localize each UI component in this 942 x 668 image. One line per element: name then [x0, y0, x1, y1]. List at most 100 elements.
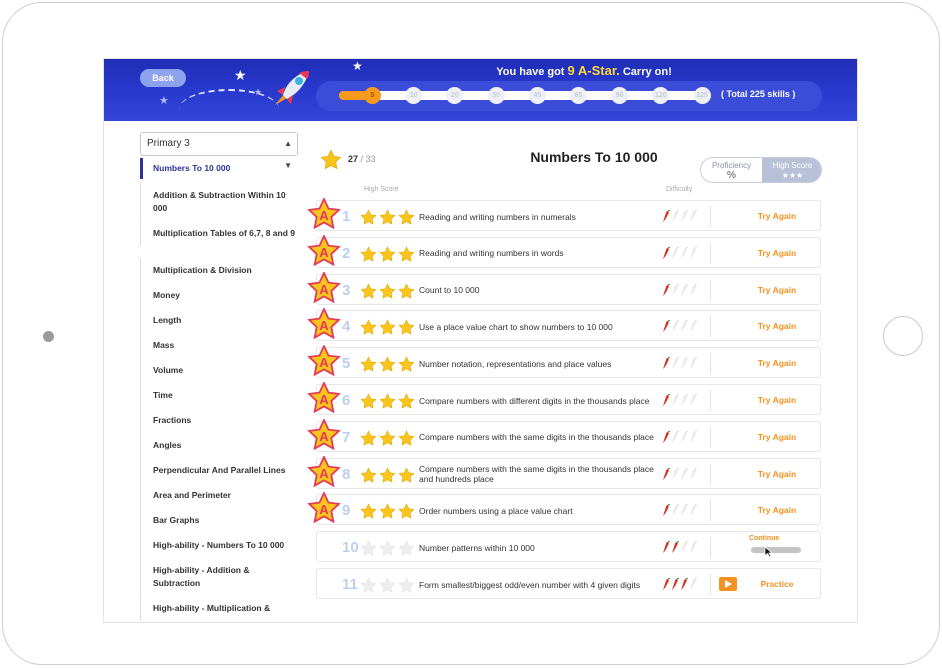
skill-row[interactable]: 11 Form smallest/biggest odd/even number …: [316, 568, 821, 599]
chili-inactive-icon: [672, 503, 680, 517]
try-again-button[interactable]: Try Again: [737, 201, 817, 232]
sidebar-item[interactable]: Addition & Subtraction Within 10 000: [140, 183, 295, 220]
sidebar-item[interactable]: Angles: [140, 433, 295, 458]
skill-row[interactable]: A 7 Compare numbers with the same digits i…: [307, 417, 821, 453]
try-again-button[interactable]: Try Again: [737, 422, 817, 453]
sidebar-item[interactable]: Money: [140, 283, 295, 308]
sidebar-item[interactable]: Length: [140, 308, 295, 333]
skill-name[interactable]: Count to 10 000: [419, 275, 659, 306]
message-highlight: 9 A-Star.: [567, 63, 620, 78]
skill-row[interactable]: A 3 Count to 10 000 Try Again: [307, 270, 821, 306]
chili-active-icon: [663, 319, 671, 333]
try-again-button[interactable]: Try Again: [737, 311, 817, 342]
chili-active-icon: [663, 540, 671, 554]
sidebar-item[interactable]: High-ability - Numbers To 10 000: [140, 533, 295, 558]
chili-active-icon: [663, 283, 671, 296]
a-star-badge-letter: A: [319, 245, 329, 260]
sidebar-item[interactable]: Multiplication Tables of 6,7, 8 and 9: [140, 221, 295, 246]
try-again-button[interactable]: Try Again: [737, 348, 817, 379]
a-star-badge-icon: A: [307, 380, 341, 414]
a-star-badge: A: [307, 196, 341, 237]
skill-name[interactable]: Order numbers using a place value chart: [419, 495, 659, 526]
skill-number: 7: [342, 428, 351, 446]
a-star-badge: A: [307, 307, 341, 347]
star-icon: [320, 149, 342, 170]
chili-active-icon: [663, 430, 671, 443]
row-divider: [710, 316, 711, 338]
sidebar-item[interactable]: Multiplication & Division: [140, 258, 295, 283]
a-star-badge-icon: A: [307, 417, 341, 451]
try-again-button[interactable]: Try Again: [737, 459, 817, 490]
practice-button[interactable]: Practice: [737, 569, 817, 600]
sidebar-item[interactable]: Area and Perimeter: [140, 483, 295, 508]
play-video-icon[interactable]: [719, 577, 737, 591]
sidebar-item[interactable]: Perpendicular And Parallel Lines: [140, 458, 295, 483]
star-decoration-icon: ★: [352, 59, 363, 73]
row-divider: [710, 206, 711, 227]
tablet-frame: Back ★ ★ ★ ★ You have got 9 A-Star. Carr…: [2, 2, 940, 665]
skill-number: 1: [342, 208, 351, 225]
high-score-stars: [360, 467, 417, 489]
try-again-button[interactable]: Try Again: [737, 275, 817, 306]
skill-number: 2: [342, 244, 351, 262]
sidebar-item[interactable]: Numbers To 10 000: [140, 158, 295, 179]
chili-inactive-icon: [690, 467, 698, 480]
high-score-column-header: High Score: [364, 186, 399, 193]
chili-active-icon: [672, 577, 680, 590]
back-button[interactable]: Back: [140, 69, 186, 87]
sidebar-item[interactable]: Mass: [140, 333, 295, 358]
mouse-cursor-icon: [764, 546, 773, 558]
difficulty-indicator: [662, 430, 698, 449]
try-again-button[interactable]: Try Again: [737, 385, 817, 416]
chili-active-icon: [663, 209, 671, 222]
skill-name[interactable]: Number notation, representations and pla…: [419, 348, 659, 379]
achievement-message: You have got 9 A-Star. Carry on!: [434, 63, 734, 78]
a-star-badge-icon: A: [307, 491, 341, 524]
try-again-button[interactable]: Try Again: [737, 238, 817, 269]
skill-name[interactable]: Compare numbers with the same digits in …: [419, 422, 659, 453]
skill-row[interactable]: A 5 Number notation, representations and p…: [307, 344, 821, 379]
chili-inactive-icon: [690, 319, 698, 333]
chili-inactive-icon: [681, 467, 689, 480]
proficiency-toggle[interactable]: Proficiency %: [701, 158, 762, 182]
grade-select[interactable]: Primary 3 ▲ ▼: [140, 132, 298, 170]
sidebar-item[interactable]: Volume: [140, 358, 295, 383]
skill-row[interactable]: A 8 Compare numbers with the same digits i…: [307, 454, 821, 490]
skill-row[interactable]: 10 Number patterns within 10 000 Continue: [316, 531, 821, 563]
chili-active-icon: [681, 577, 689, 590]
skill-name[interactable]: Form smallest/biggest odd/even number wi…: [419, 569, 659, 600]
continue-button[interactable]: Continue: [749, 535, 779, 542]
skill-name[interactable]: Reading and writing numbers in words: [419, 238, 659, 269]
continue-progress-bar: [751, 547, 801, 554]
skill-name[interactable]: Reading and writing numbers in numerals: [419, 201, 659, 232]
sidebar-item[interactable]: Fractions: [140, 408, 295, 433]
skill-row[interactable]: A 6 Compare numbers with different digits …: [307, 380, 821, 416]
chili-active-icon: [663, 577, 671, 590]
skill-row[interactable]: A 2 Reading and writing numbers in words Tr…: [307, 233, 821, 269]
chili-inactive-icon: [681, 209, 689, 222]
sidebar-item[interactable]: High-ability - Multiplication &: [140, 596, 295, 621]
camera-icon: [43, 331, 54, 342]
milestone-marker: 30: [487, 87, 505, 104]
milestone-marker: 65: [570, 87, 587, 104]
skill-name[interactable]: Compare numbers with different digits in…: [419, 385, 659, 416]
try-again-button[interactable]: Try Again: [737, 495, 817, 526]
sidebar-item[interactable]: Time: [140, 383, 295, 408]
sidebar-item[interactable]: Bar Graphs: [140, 508, 295, 533]
skill-row[interactable]: A 1 Reading and writing numbers in numeral…: [307, 196, 821, 232]
star-filled-icon: [360, 393, 377, 409]
skill-row[interactable]: A 4 Use a place value chart to show number…: [307, 307, 821, 342]
skill-row[interactable]: A 9 Order numbers using a place value char…: [307, 491, 821, 526]
a-star-badge-letter: A: [319, 502, 329, 517]
chili-inactive-icon: [681, 430, 689, 443]
home-button[interactable]: [883, 316, 923, 356]
skill-name[interactable]: Compare numbers with the same digits in …: [419, 459, 659, 490]
sidebar-item[interactable]: High-ability - Addition & Subtraction: [140, 558, 295, 595]
milestone-marker: 45: [528, 87, 546, 104]
a-star-badge: A: [307, 454, 341, 495]
chili-inactive-icon: [672, 246, 680, 259]
skill-name[interactable]: Number patterns within 10 000: [419, 532, 659, 563]
row-divider: [710, 463, 711, 485]
skill-name[interactable]: Use a place value chart to show numbers …: [419, 311, 659, 342]
high-score-toggle[interactable]: High Score ★★★: [762, 158, 821, 182]
